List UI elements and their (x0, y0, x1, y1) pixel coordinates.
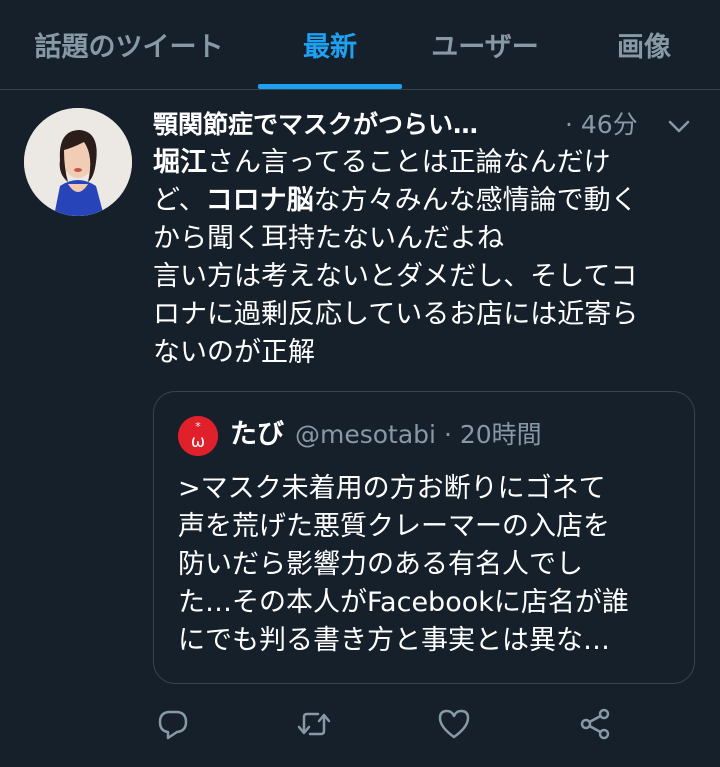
reply-icon[interactable] (155, 706, 191, 742)
quoted-tweet-header: * ω たび @mesotabi · 20時間 (178, 414, 678, 456)
tab-label: 最新 (303, 32, 357, 63)
svg-text:ω: ω (191, 432, 205, 452)
retweet-icon[interactable] (296, 706, 332, 742)
tweet-text-fragment: さん言ってることは正論なんだけ (207, 147, 611, 178)
tab-label: 画像 (617, 32, 671, 63)
avatar[interactable] (24, 108, 132, 216)
quoted-tweet[interactable]: * ω たび @mesotabi · 20時間 >マスク未着用の方お断りにゴネて… (153, 391, 695, 684)
quoted-author-name: たび (230, 419, 284, 450)
user-photo-avatar-icon (24, 108, 132, 216)
tweet-header: 顎関節症でマスクがつらい… · 46分 (153, 106, 698, 144)
quoted-tweet-text: >マスク未着用の方お断りにゴネて 声を荒げた悪質クレーマーの入店を 防いだら影響… (178, 470, 678, 660)
quoted-text-line: 防いだら影響力のある有名人でし (178, 549, 583, 580)
tweet-timestamp[interactable]: · 46分 (565, 106, 638, 144)
like-icon[interactable] (436, 706, 472, 742)
tweet-text-line: ないのが正解 (153, 337, 315, 368)
quoted-handle-time: @mesotabi · 20時間 (295, 420, 542, 449)
tweet-text-fragment: な方々みんな感情論で動く (313, 185, 638, 216)
tweet-text-line: ロナに過剰反応しているお店には近寄ら (153, 299, 639, 330)
quoted-text-line: た…その本人がFacebookに店名が誰 (178, 587, 629, 618)
tab-latest[interactable]: 最新 (258, 0, 402, 89)
quoted-avatar: * ω (178, 416, 218, 456)
tweet-text-line: 言い方は考えないとダメだし、そしてコ (153, 261, 638, 292)
chevron-down-icon[interactable] (665, 112, 693, 140)
search-tabs: 話題のツイート 最新 ユーザー 画像 (0, 0, 720, 90)
tab-label: ユーザー (431, 32, 539, 63)
tab-label: 話題のツイート (34, 32, 224, 63)
author-name[interactable]: 顎関節症でマスクがつらい… (153, 106, 478, 144)
tab-users[interactable]: ユーザー (402, 0, 568, 89)
quoted-text-line: にでも判る書き方と事実とは異な… (178, 625, 610, 656)
quoted-text-line: 声を荒げた悪質クレーマーの入店を (178, 511, 610, 542)
quoted-avatar-icon: * ω (178, 416, 218, 456)
tweet-text-line: から聞く耳持たないんだよね (153, 223, 504, 254)
highlight-keyword: 堀江 (153, 147, 207, 178)
tab-top-tweets[interactable]: 話題のツイート (0, 0, 258, 89)
tweet-body[interactable]: 顎関節症でマスクがつらい… · 46分 堀江さん言ってることは正論なんだけ ど、… (153, 106, 698, 372)
tweet-actions (0, 700, 720, 752)
tab-images[interactable]: 画像 (568, 0, 720, 89)
active-tab-indicator (258, 84, 402, 89)
quoted-text-line: >マスク未着用の方お断りにゴネて (178, 473, 606, 504)
share-icon[interactable] (577, 706, 613, 742)
tweet-text-fragment: ど、 (153, 185, 206, 216)
highlight-keyword: コロナ脳 (205, 185, 314, 216)
tweet-text: 堀江さん言ってることは正論なんだけ ど、コロナ脳な方々みんな感情論で動く から聞… (153, 144, 698, 372)
